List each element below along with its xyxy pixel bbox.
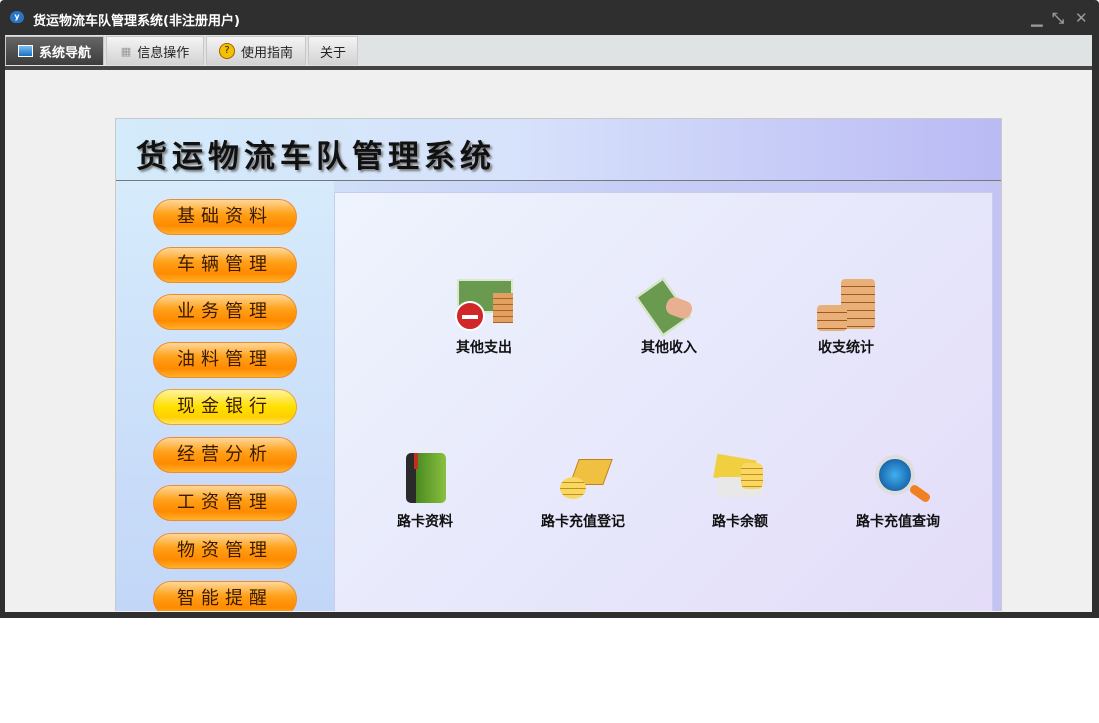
green-book-icon xyxy=(396,453,454,507)
other-expense-item[interactable]: 其他支出 xyxy=(419,279,549,357)
income-expense-stats-item[interactable]: 收支统计 xyxy=(781,279,911,357)
tab-label: 系统导航 xyxy=(38,45,91,61)
nav-materials-mgmt[interactable]: 物资管理 xyxy=(153,533,297,569)
monitor-icon xyxy=(17,45,33,57)
item-label: 路卡资料 xyxy=(397,514,453,530)
item-label: 其他支出 xyxy=(456,340,512,356)
system-title: 货运物流车队管理系统 xyxy=(136,139,496,175)
magnifier-icon xyxy=(869,453,932,507)
restore-icon[interactable]: ⤡ xyxy=(1052,9,1064,27)
coin-stacks-icon xyxy=(817,279,875,333)
nav-vehicle-mgmt[interactable]: 车辆管理 xyxy=(153,247,297,283)
navigation-panel: 货运物流车队管理系统 基础资料 车辆管理 业务管理 油料管理 现金银行 经营分析… xyxy=(115,118,1002,611)
item-label: 路卡充值登记 xyxy=(541,514,625,530)
money-hand-icon xyxy=(635,277,698,337)
nav-basic-data[interactable]: 基础资料 xyxy=(153,199,297,235)
tab-system-nav[interactable]: 系统导航 xyxy=(5,36,104,65)
tab-guide[interactable]: ? 使用指南 xyxy=(206,36,306,65)
close-icon[interactable]: ✕ xyxy=(1075,9,1088,27)
item-label: 收支统计 xyxy=(818,340,874,356)
item-label: 其他收入 xyxy=(641,340,697,356)
app-logo-icon: y xyxy=(10,11,24,23)
item-label: 路卡充值查询 xyxy=(856,514,940,530)
sidebar: 基础资料 车辆管理 业务管理 油料管理 现金银行 经营分析 工资管理 物资管理 … xyxy=(116,181,334,611)
road-card-balance-item[interactable]: 路卡余额 xyxy=(675,453,805,531)
nav-fuel-mgmt[interactable]: 油料管理 xyxy=(153,342,297,378)
tab-label: 信息操作 xyxy=(137,45,190,61)
item-label: 路卡余额 xyxy=(712,514,768,530)
tab-label: 关于 xyxy=(319,45,346,61)
tab-info-ops[interactable]: ▦ 信息操作 xyxy=(106,36,204,65)
money-minus-icon xyxy=(455,279,513,333)
other-income-item[interactable]: 其他收入 xyxy=(604,277,734,357)
panel-header: 货运物流车队管理系统 xyxy=(116,119,1001,181)
tab-bar: 系统导航 ▦ 信息操作 ? 使用指南 关于 xyxy=(5,35,1092,66)
function-area: 其他支出 其他收入 收支统计 路卡资料 路卡充值登记 路卡余额 路卡充值查询 xyxy=(334,192,993,611)
nav-business-mgmt[interactable]: 业务管理 xyxy=(153,294,297,330)
nav-analysis[interactable]: 经营分析 xyxy=(153,437,297,473)
coins-laptop-icon xyxy=(554,453,613,507)
coins-cards-icon xyxy=(711,453,769,507)
road-card-data-item[interactable]: 路卡资料 xyxy=(360,453,490,531)
minimize-icon[interactable]: ▁ xyxy=(1031,9,1043,27)
road-card-recharge-item[interactable]: 路卡充值登记 xyxy=(518,453,648,531)
window-title: 货运物流车队管理系统(非注册用户) xyxy=(33,14,240,29)
desktop-background xyxy=(0,618,1099,723)
road-card-recharge-query-item[interactable]: 路卡充值查询 xyxy=(833,453,963,531)
tab-about[interactable]: 关于 xyxy=(308,36,358,65)
title-bar: y 货运物流车队管理系统(非注册用户) ▁ ⤡ ✕ xyxy=(0,0,1099,35)
nav-salary-mgmt[interactable]: 工资管理 xyxy=(153,485,297,521)
nav-cash-bank[interactable]: 现金银行 xyxy=(153,389,297,425)
tab-label: 使用指南 xyxy=(240,45,293,61)
grid-icon: ▦ xyxy=(120,44,132,58)
nav-smart-reminder[interactable]: 智能提醒 xyxy=(153,581,297,611)
help-icon: ? xyxy=(218,43,235,59)
